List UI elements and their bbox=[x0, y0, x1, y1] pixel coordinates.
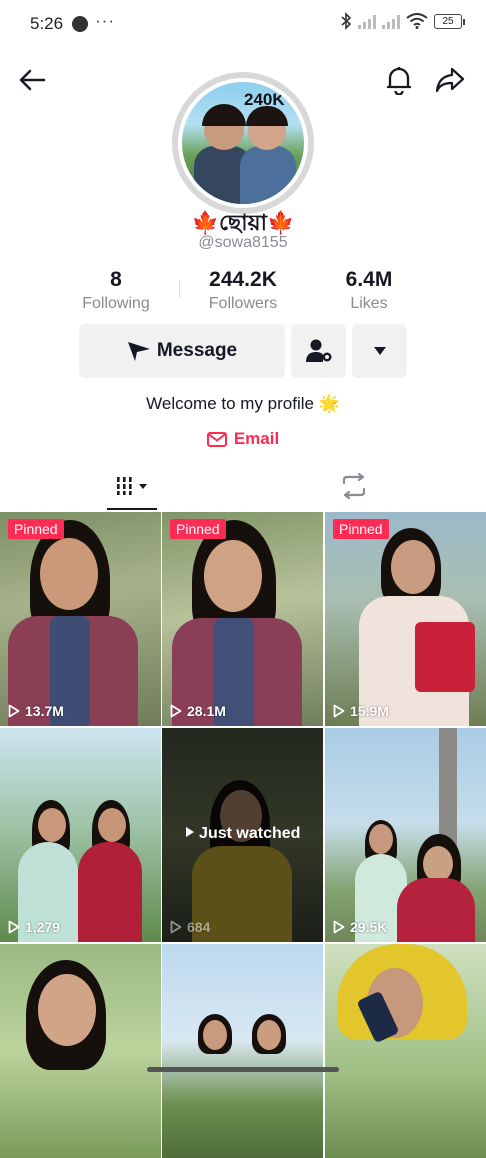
notifications-button[interactable] bbox=[381, 62, 417, 98]
grid-icon bbox=[117, 477, 147, 495]
video-thumbnail[interactable] bbox=[162, 944, 323, 1158]
share-icon bbox=[435, 67, 465, 93]
avatar-frame: 240K bbox=[178, 78, 308, 208]
add-friend-button[interactable] bbox=[291, 324, 346, 378]
play-icon bbox=[170, 920, 182, 934]
back-button[interactable] bbox=[14, 62, 50, 98]
view-count: 29.5K bbox=[333, 919, 387, 935]
view-count-value: 13.7M bbox=[25, 703, 64, 719]
following-label: Following bbox=[82, 295, 150, 312]
view-count: 15.9M bbox=[333, 703, 389, 719]
active-tab-indicator bbox=[107, 508, 157, 510]
status-indicators: 25 bbox=[340, 12, 465, 30]
video-thumbnail[interactable]: 29.5K bbox=[325, 728, 486, 942]
email-label: Email bbox=[233, 429, 280, 448]
wifi-icon bbox=[406, 13, 428, 29]
play-icon bbox=[8, 920, 20, 934]
profile-avatar[interactable]: 240K bbox=[172, 72, 314, 214]
video-thumbnail[interactable]: 1,279 bbox=[0, 728, 161, 942]
signal-icon bbox=[358, 13, 376, 29]
view-count-value: 1,279 bbox=[25, 919, 61, 935]
play-icon bbox=[8, 704, 20, 718]
view-count-value: 684 bbox=[187, 919, 211, 935]
video-thumbnail[interactable]: Just watched 684 bbox=[162, 728, 323, 942]
mail-icon bbox=[206, 431, 227, 447]
view-count-value: 28.1M bbox=[187, 703, 226, 719]
avatar-photo: 240K bbox=[182, 82, 304, 204]
play-icon bbox=[170, 704, 182, 718]
pinned-badge: Pinned bbox=[170, 519, 226, 539]
stat-following[interactable]: 8 Following bbox=[51, 268, 181, 313]
status-time: 5:26 bbox=[30, 14, 64, 33]
email-link[interactable]: Email bbox=[0, 429, 486, 449]
chevron-down-icon bbox=[373, 347, 386, 355]
username: @sowa8155 bbox=[198, 234, 288, 251]
video-thumbnail[interactable]: Pinned 28.1M bbox=[162, 512, 323, 726]
message-label: Message bbox=[156, 340, 238, 361]
tab-reposts[interactable] bbox=[329, 460, 379, 512]
video-thumbnail[interactable] bbox=[0, 944, 161, 1158]
signal-icon-2 bbox=[382, 13, 400, 29]
more-options-button[interactable] bbox=[352, 324, 407, 378]
followers-count: 244.2K bbox=[209, 268, 277, 291]
content-tabs bbox=[0, 460, 486, 513]
battery-icon: 25 bbox=[434, 13, 465, 29]
messenger-icon bbox=[72, 16, 88, 32]
message-button[interactable]: Message bbox=[79, 324, 285, 378]
just-watched-label: Just watched bbox=[162, 825, 323, 843]
more-notifications-icon: ··· bbox=[95, 11, 115, 30]
view-count-value: 29.5K bbox=[350, 919, 388, 935]
likes-label: Likes bbox=[350, 295, 388, 312]
followers-label: Followers bbox=[208, 295, 278, 312]
bell-icon bbox=[386, 67, 412, 95]
view-count-value: 15.9M bbox=[350, 703, 389, 719]
video-thumbnail[interactable]: Pinned 15.9M bbox=[325, 512, 486, 726]
view-count: 1,279 bbox=[8, 919, 60, 935]
profile-bio: Welcome to my profile 🌟 bbox=[146, 394, 340, 413]
tab-videos[interactable] bbox=[107, 460, 157, 512]
back-arrow-icon bbox=[19, 69, 46, 91]
home-indicator[interactable] bbox=[147, 1067, 339, 1072]
stat-followers[interactable]: 244.2K Followers bbox=[178, 268, 308, 313]
video-thumbnail[interactable]: Pinned 13.7M bbox=[0, 512, 161, 726]
pinned-badge: Pinned bbox=[333, 519, 389, 539]
likes-count: 6.4M bbox=[345, 268, 393, 291]
pinned-badge: Pinned bbox=[8, 519, 64, 539]
following-count: 8 bbox=[110, 268, 122, 291]
add-friend-icon bbox=[305, 339, 331, 362]
play-icon bbox=[333, 704, 345, 718]
view-count: 13.7M bbox=[8, 703, 64, 719]
avatar-badge-text: 240K bbox=[244, 90, 285, 109]
bluetooth-icon bbox=[341, 12, 352, 30]
share-profile-button[interactable] bbox=[432, 62, 468, 98]
stat-likes[interactable]: 6.4M Likes bbox=[304, 268, 434, 313]
view-count: 684 bbox=[170, 919, 210, 935]
play-icon bbox=[333, 920, 345, 934]
view-count: 28.1M bbox=[170, 703, 226, 719]
send-icon bbox=[127, 342, 150, 361]
play-icon bbox=[185, 827, 194, 837]
repost-icon bbox=[342, 473, 366, 499]
video-thumbnail[interactable] bbox=[325, 944, 486, 1158]
status-bar: 5:26 ··· 25 bbox=[0, 0, 486, 46]
